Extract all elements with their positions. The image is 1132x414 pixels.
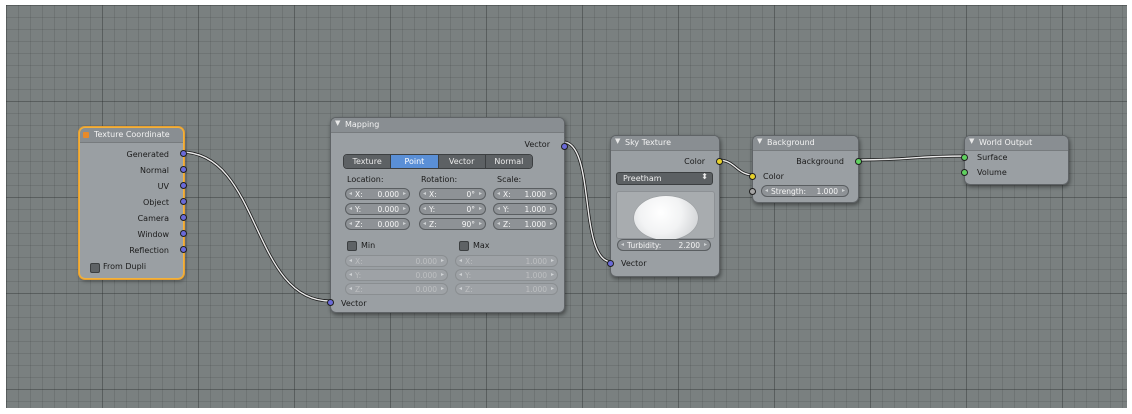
scale-z-field[interactable]: ◂ Z: 1.000 ▸ <box>493 218 557 230</box>
mapping-type-tabs: Texture Point Vector Normal <box>343 154 533 169</box>
input-vector-socket[interactable] <box>607 260 614 267</box>
node-collapse-icon[interactable] <box>83 132 89 138</box>
collapse-triangle-icon[interactable]: ▼ <box>615 137 620 145</box>
input-vector-label: Vector <box>341 299 367 308</box>
background-node[interactable]: ▼ Background Background Color ◂ Strength:… <box>749 135 862 203</box>
input-surface-label: Surface <box>977 153 1008 162</box>
collapse-triangle-icon[interactable]: ▼ <box>969 137 974 145</box>
max-x-field[interactable]: ◂ X: 1.000 ▸ <box>455 255 558 267</box>
tab-point[interactable]: Point <box>391 155 439 168</box>
output-uv-label: UV <box>157 182 169 191</box>
output-uv-socket[interactable] <box>180 182 187 189</box>
output-camera-socket[interactable] <box>180 214 187 221</box>
turbidity-field[interactable]: ◂ Turbidity: 2.200 ▸ <box>617 239 711 251</box>
node-title: World Output <box>979 138 1033 147</box>
max-y-field[interactable]: ◂ Y: 1.000 ▸ <box>455 269 558 281</box>
location-z-field[interactable]: ◂ Z: 0.000 ▸ <box>345 218 410 230</box>
node-title: Texture Coordinate <box>94 130 170 139</box>
node-editor-canvas[interactable]: Texture Coordinate Generated Normal UV O… <box>6 5 1127 408</box>
collapse-triangle-icon[interactable]: ▼ <box>335 119 340 127</box>
from-dupli-label: From Dupli <box>103 262 147 271</box>
rotation-z-field[interactable]: ◂ Z: 90° ▸ <box>419 218 486 230</box>
tab-normal[interactable]: Normal <box>485 155 532 168</box>
output-reflection-socket[interactable] <box>180 246 187 253</box>
location-y-field[interactable]: ◂ Y: 0.000 ▸ <box>345 203 410 215</box>
max-checkbox[interactable] <box>459 241 469 251</box>
min-label: Min <box>361 241 376 250</box>
input-vector-label: Vector <box>621 259 647 268</box>
input-color-socket[interactable] <box>749 173 756 180</box>
sun-direction-preview[interactable] <box>616 191 715 240</box>
location-label: Location: <box>347 175 384 184</box>
input-volume-label: Volume <box>977 168 1007 177</box>
node-title: Sky Texture <box>625 138 671 147</box>
node-header[interactable]: ▼ World Output <box>965 136 1068 151</box>
location-x-field[interactable]: ◂ X: 0.000 ▸ <box>345 188 410 200</box>
input-vector-socket[interactable] <box>327 299 334 306</box>
node-header[interactable]: ▼ Mapping <box>331 118 564 133</box>
output-reflection-label: Reflection <box>129 246 169 255</box>
scale-label: Scale: <box>497 175 522 184</box>
node-header[interactable]: Texture Coordinate <box>80 128 183 143</box>
output-background-socket[interactable] <box>855 158 862 165</box>
input-volume-socket[interactable] <box>961 169 968 176</box>
dropdown-arrows-icon: ⬍ <box>701 172 708 181</box>
output-camera-label: Camera <box>137 214 169 223</box>
output-vector-label: Vector <box>524 140 551 149</box>
output-normal-socket[interactable] <box>180 166 187 173</box>
world-output-node[interactable]: ▼ World Output Surface Volume <box>961 135 1069 185</box>
output-generated-label: Generated <box>126 150 169 159</box>
input-strength-socket[interactable] <box>749 188 756 195</box>
min-y-field[interactable]: ◂ Y: 0.000 ▸ <box>345 269 448 281</box>
output-normal-label: Normal <box>140 166 169 175</box>
min-z-field[interactable]: ◂ Z: 0.000 ▸ <box>345 283 448 295</box>
node-title: Mapping <box>345 120 380 129</box>
rotation-label: Rotation: <box>421 175 458 184</box>
scale-x-field[interactable]: ◂ X: 1.000 ▸ <box>493 188 557 200</box>
max-label: Max <box>473 241 490 250</box>
output-window-label: Window <box>137 230 169 239</box>
max-z-field[interactable]: ◂ Z: 1.000 ▸ <box>455 283 558 295</box>
output-object-label: Object <box>142 198 169 207</box>
node-title: Background <box>767 138 815 147</box>
min-x-field[interactable]: ◂ X: 0.000 ▸ <box>345 255 448 267</box>
output-color-socket[interactable] <box>716 158 723 165</box>
sun-direction-sphere[interactable] <box>633 196 698 240</box>
node-header[interactable]: ▼ Sky Texture <box>611 136 719 151</box>
output-object-socket[interactable] <box>180 198 187 205</box>
sky-type-dropdown[interactable]: Preetham ⬍ <box>616 172 713 185</box>
from-dupli-checkbox[interactable] <box>90 263 100 273</box>
input-color-label: Color <box>763 172 784 181</box>
min-checkbox[interactable] <box>347 241 357 251</box>
scale-y-field[interactable]: ◂ Y: 1.000 ▸ <box>493 203 557 215</box>
mapping-node[interactable]: ▼ Mapping Vector Texture Point Vector No… <box>327 117 568 313</box>
input-surface-socket[interactable] <box>961 154 968 161</box>
rotation-y-field[interactable]: ◂ Y: 0° ▸ <box>419 203 486 215</box>
tab-vector[interactable]: Vector <box>438 155 486 168</box>
output-vector-socket[interactable] <box>561 143 568 150</box>
strength-field[interactable]: ◂ Strength: 1.000 ▸ <box>761 185 849 197</box>
tab-texture[interactable]: Texture <box>344 155 392 168</box>
sky-texture-node[interactable]: ▼ Sky Texture Color Preetham ⬍ ◂ Turbidit… <box>607 135 723 277</box>
output-color-label: Color <box>684 157 705 166</box>
collapse-triangle-icon[interactable]: ▼ <box>757 137 762 145</box>
node-header[interactable]: ▼ Background <box>753 136 858 151</box>
output-background-label: Background <box>796 157 844 166</box>
texture-coordinate-node[interactable]: Texture Coordinate Generated Normal UV O… <box>79 127 187 279</box>
output-window-socket[interactable] <box>180 230 187 237</box>
output-generated-socket[interactable] <box>180 150 187 157</box>
rotation-x-field[interactable]: ◂ X: 0° ▸ <box>419 188 486 200</box>
